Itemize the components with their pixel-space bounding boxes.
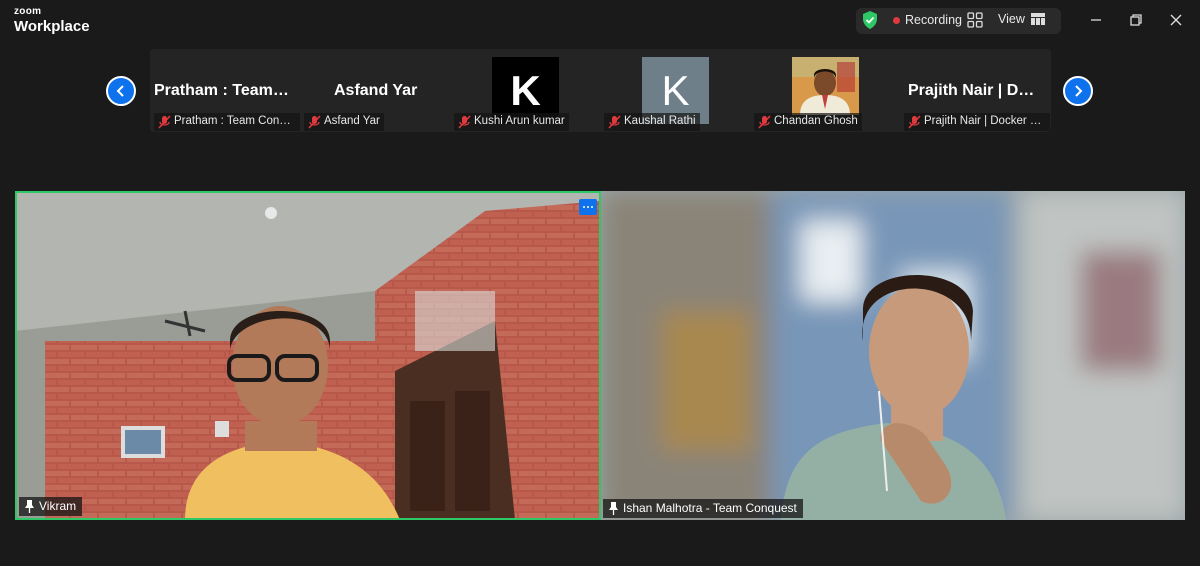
recording-indicator[interactable]: Recording bbox=[893, 13, 962, 27]
view-grid-icon bbox=[1030, 13, 1045, 25]
participant-tile[interactable]: Prajith Nair | D… Prajith Nair | Docker … bbox=[900, 49, 1050, 132]
video-tile-participant[interactable]: Ishan Malhotra - Team Conquest bbox=[601, 191, 1185, 520]
speaker-name-bar: Ishan Malhotra - Team Conquest bbox=[603, 499, 803, 518]
video-feed bbox=[17, 193, 599, 518]
mic-muted-icon bbox=[908, 115, 921, 129]
mic-muted-icon bbox=[458, 115, 471, 129]
app-logo: zoom Workplace bbox=[14, 6, 90, 35]
participant-label-text: Prajith Nair | Docker V… bbox=[924, 115, 1050, 127]
minimize-icon[interactable] bbox=[1086, 10, 1106, 30]
participant-label: Kaushal Rathi bbox=[604, 113, 700, 131]
participant-label-text: Pratham : Team Conqu… bbox=[174, 115, 300, 127]
participant-label-text: Kushi Arun kumar bbox=[474, 115, 565, 127]
participant-label: Asfand Yar bbox=[304, 113, 384, 131]
participant-label: Kushi Arun kumar bbox=[454, 113, 569, 131]
logo-zoom: zoom bbox=[14, 6, 42, 17]
participant-label-text: Asfand Yar bbox=[324, 115, 380, 127]
participant-label-text: Chandan Ghosh bbox=[774, 115, 858, 127]
chevron-left-icon bbox=[116, 85, 124, 97]
participant-label: Chandan Ghosh bbox=[754, 113, 862, 131]
participant-label: Prajith Nair | Docker V… bbox=[904, 113, 1050, 131]
view-label: View bbox=[998, 12, 1025, 26]
participant-tile[interactable]: K Kaushal Rathi bbox=[600, 49, 750, 132]
participant-tile[interactable]: Asfand Yar Asfand Yar bbox=[300, 49, 450, 132]
close-icon[interactable] bbox=[1166, 10, 1186, 30]
speaker-name: Vikram bbox=[39, 499, 77, 513]
shield-check-icon[interactable] bbox=[862, 11, 878, 29]
mic-muted-icon bbox=[758, 115, 771, 129]
participant-label: Pratham : Team Conqu… bbox=[154, 113, 300, 131]
participant-tile[interactable]: K Kushi Arun kumar bbox=[450, 49, 600, 132]
recording-dot-icon bbox=[893, 16, 900, 24]
pin-icon bbox=[25, 500, 34, 513]
pin-icon bbox=[609, 502, 618, 515]
video-tile-active-speaker[interactable]: Vikram bbox=[15, 191, 601, 520]
mic-muted-icon bbox=[158, 115, 171, 129]
chevron-right-icon bbox=[1075, 85, 1083, 97]
logo-workplace: Workplace bbox=[14, 18, 90, 35]
restore-icon[interactable] bbox=[1126, 10, 1146, 30]
video-feed bbox=[601, 191, 1185, 520]
participant-tile[interactable]: Pratham : Team… Pratham : Team Conqu… bbox=[150, 49, 300, 132]
mic-muted-icon bbox=[308, 115, 321, 129]
gallery-grid-icon[interactable] bbox=[967, 12, 983, 28]
recording-label: Recording bbox=[905, 13, 962, 27]
participant-display-name: Pratham : Team… bbox=[154, 82, 289, 99]
dot bbox=[591, 206, 593, 208]
title-bar: zoom Workplace Recording View bbox=[0, 0, 1200, 42]
speaker-name: Ishan Malhotra - Team Conquest bbox=[623, 501, 797, 515]
gallery-next-button[interactable] bbox=[1063, 76, 1093, 106]
gallery-prev-button[interactable] bbox=[106, 76, 136, 106]
participant-display-name: Prajith Nair | D… bbox=[908, 82, 1035, 99]
dot bbox=[583, 206, 585, 208]
dot bbox=[587, 206, 589, 208]
participant-label-text: Kaushal Rathi bbox=[624, 115, 696, 127]
participant-tile[interactable]: Chandan Ghosh bbox=[750, 49, 900, 132]
profile-photo bbox=[792, 57, 859, 115]
mic-muted-icon bbox=[608, 115, 621, 129]
video-options-button[interactable] bbox=[579, 199, 597, 215]
view-button[interactable]: View bbox=[998, 12, 1045, 26]
speaker-name-bar: Vikram bbox=[19, 497, 83, 516]
